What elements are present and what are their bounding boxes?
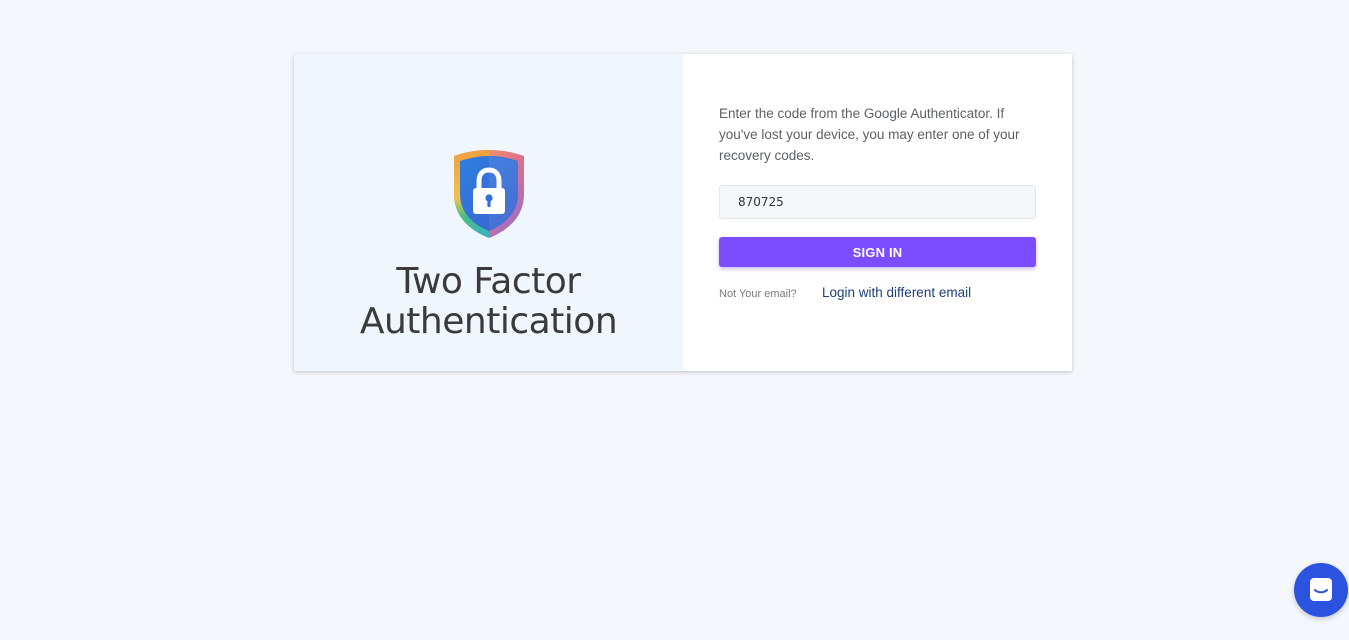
title-line-2: Authentication (359, 301, 618, 342)
sign-in-button[interactable]: SIGN IN (719, 237, 1036, 267)
authentication-code-input[interactable] (719, 185, 1036, 219)
chat-launcher-button[interactable] (1294, 563, 1348, 617)
form-panel: Enter the code from the Google Authentic… (683, 54, 1072, 371)
not-your-email-label: Not Your email? (719, 288, 797, 300)
title-line-1: Two Factor (396, 261, 581, 302)
two-factor-card: Two Factor Authentication Enter the code… (294, 54, 1072, 371)
shield-lock-icon (454, 150, 524, 238)
chat-bubble-icon (1310, 578, 1332, 601)
instructions-text: Enter the code from the Google Authentic… (719, 106, 1020, 163)
branding-panel: Two Factor Authentication (294, 54, 683, 371)
login-different-email-link[interactable]: Login with different email (822, 285, 971, 300)
page-title: Two Factor Authentication (294, 262, 683, 342)
